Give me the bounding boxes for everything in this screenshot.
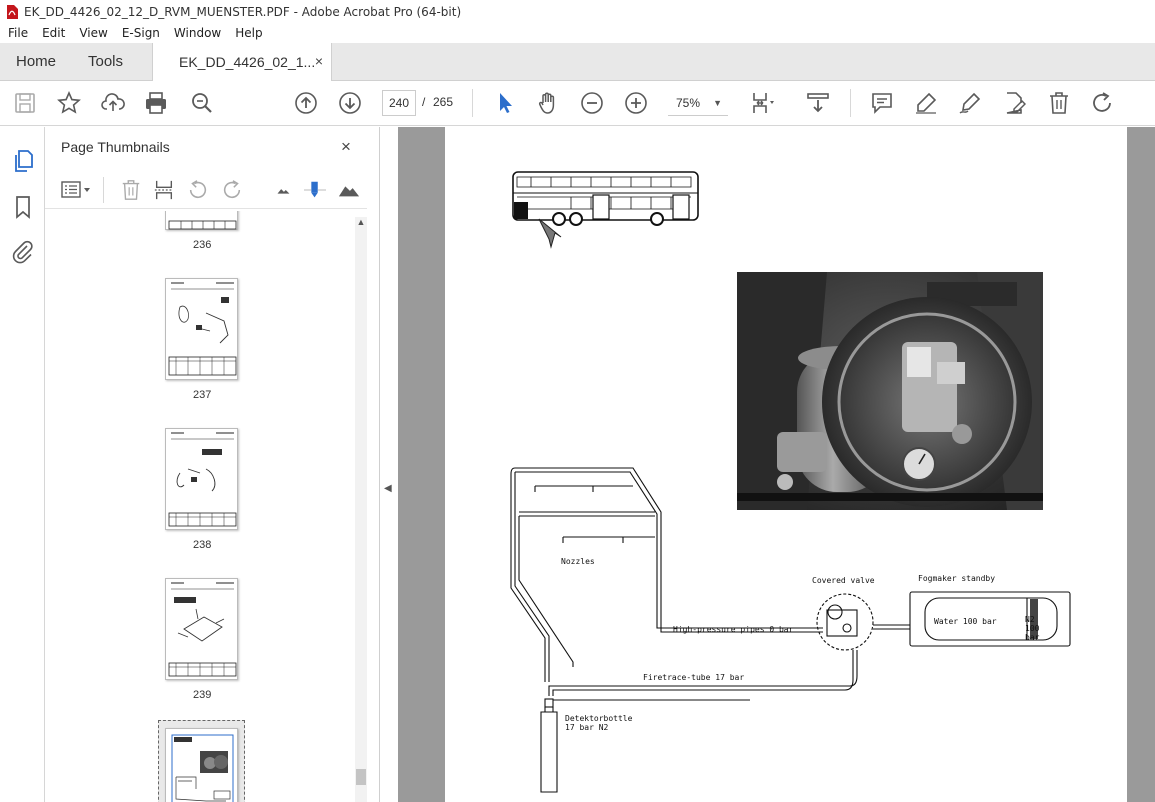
delete-page-icon[interactable] bbox=[120, 179, 142, 201]
page-thumbnails-icon[interactable] bbox=[11, 149, 35, 173]
navigation-rail bbox=[0, 127, 45, 802]
page-fit-icon[interactable] bbox=[750, 91, 774, 115]
thumbnail-list: 236 237 238 239 bbox=[45, 211, 367, 802]
tab-document-label: EK_DD_4426_02_1... bbox=[179, 54, 316, 70]
fogmaker-schematic: Nozzles Covered valve Fogmaker standby H… bbox=[510, 467, 1071, 793]
bookmark-star-icon[interactable] bbox=[57, 91, 81, 115]
label-high-pressure-pipes: High-pressure pipes 0 bar bbox=[673, 625, 794, 634]
edit-pdf-icon[interactable] bbox=[1002, 91, 1027, 115]
label-firetrace-tube: Firetrace-tube 17 bar bbox=[643, 673, 744, 682]
thumbnail-page-236[interactable] bbox=[165, 211, 238, 230]
tab-close-button[interactable]: × bbox=[315, 53, 323, 69]
cloud-upload-icon[interactable] bbox=[101, 91, 125, 115]
thumbnail-label-237: 237 bbox=[193, 389, 212, 401]
scroll-up-icon[interactable]: ▲ bbox=[355, 217, 367, 231]
main-toolbar: 240 / 265 75% ▼ bbox=[0, 81, 1155, 126]
options-menu-icon[interactable] bbox=[61, 179, 91, 201]
window-title: EK_DD_4426_02_12_D_RVM_MUENSTER.PDF - Ad… bbox=[24, 4, 462, 19]
bookmarks-icon[interactable] bbox=[11, 195, 35, 219]
page-separator: / bbox=[422, 95, 426, 109]
label-n2-unit: bar bbox=[1025, 633, 1040, 642]
total-pages: 265 bbox=[433, 95, 454, 109]
rotate-right-icon[interactable] bbox=[221, 179, 243, 201]
bus-illustration bbox=[512, 171, 699, 249]
scrollbar-thumb[interactable] bbox=[356, 769, 366, 785]
page-number-input[interactable]: 240 bbox=[382, 90, 416, 116]
document-viewport[interactable]: Nozzles Covered valve Fogmaker standby H… bbox=[398, 127, 1155, 802]
label-covered-valve: Covered valve bbox=[812, 576, 875, 585]
attachments-icon[interactable] bbox=[11, 240, 35, 264]
label-n2: N2 bbox=[1025, 615, 1035, 624]
print-icon[interactable] bbox=[144, 91, 168, 115]
panel-close-button[interactable]: × bbox=[341, 137, 351, 157]
rotate-icon[interactable] bbox=[1090, 91, 1114, 115]
insert-page-icon[interactable] bbox=[153, 179, 175, 201]
acrobat-window: EK_DD_4426_02_12_D_RVM_MUENSTER.PDF - Ad… bbox=[0, 0, 1155, 802]
comment-icon[interactable] bbox=[870, 91, 894, 115]
page-thumbnails-panel: Page Thumbnails × 236 237 238 239 ▲ bbox=[45, 127, 380, 802]
toolbar-divider bbox=[472, 89, 473, 117]
label-detektorbottle: Detektorbottle bbox=[565, 714, 633, 723]
panel-splitter[interactable]: ◀ bbox=[380, 127, 398, 802]
chevron-down-icon: ▼ bbox=[713, 98, 722, 108]
thumbnail-label-236: 236 bbox=[193, 239, 212, 251]
thumbnail-label-239: 239 bbox=[193, 689, 212, 701]
label-fogmaker-standby: Fogmaker standby bbox=[918, 574, 995, 583]
panel-title: Page Thumbnails bbox=[61, 139, 170, 155]
pdf-page: Nozzles Covered valve Fogmaker standby H… bbox=[445, 127, 1127, 802]
thumbnail-size-slider[interactable] bbox=[304, 179, 326, 201]
thumbnail-page-238[interactable] bbox=[165, 428, 238, 530]
previous-page-icon[interactable] bbox=[294, 91, 318, 115]
thumbnail-smaller-icon[interactable] bbox=[272, 179, 294, 201]
scroll-mode-icon[interactable] bbox=[806, 91, 830, 115]
hand-tool-icon[interactable] bbox=[536, 91, 560, 115]
thumbnail-page-239[interactable] bbox=[165, 578, 238, 680]
select-cursor-icon[interactable] bbox=[493, 91, 517, 115]
delete-trash-icon[interactable] bbox=[1047, 91, 1071, 115]
next-page-icon[interactable] bbox=[338, 91, 362, 115]
tab-tools[interactable]: Tools bbox=[88, 53, 123, 70]
thumbnail-page-240[interactable] bbox=[165, 728, 238, 802]
toolbar-divider bbox=[850, 89, 851, 117]
zoom-search-icon[interactable] bbox=[190, 91, 214, 115]
label-water: Water 100 bar bbox=[934, 617, 997, 626]
tab-home[interactable]: Home bbox=[16, 53, 56, 70]
menu-bar: File Edit View E-Sign Window Help bbox=[0, 23, 1155, 43]
thumbnail-toolbar bbox=[45, 171, 367, 209]
thumbnail-larger-icon[interactable] bbox=[337, 179, 360, 201]
panel-divider bbox=[103, 177, 104, 203]
zoom-dropdown[interactable]: 75% ▼ bbox=[668, 90, 728, 116]
menu-window[interactable]: Window bbox=[174, 26, 221, 40]
collapse-panel-icon[interactable]: ◀ bbox=[384, 483, 392, 494]
sign-pen-icon[interactable] bbox=[958, 91, 982, 115]
thumbnail-page-237[interactable] bbox=[165, 278, 238, 380]
label-nozzles: Nozzles bbox=[561, 557, 595, 566]
zoom-in-icon[interactable] bbox=[624, 91, 648, 115]
rotate-left-icon[interactable] bbox=[187, 179, 209, 201]
thumbnail-scrollbar[interactable]: ▲ bbox=[355, 217, 367, 802]
zoom-out-icon[interactable] bbox=[580, 91, 604, 115]
menu-file[interactable]: File bbox=[8, 26, 28, 40]
menu-view[interactable]: View bbox=[79, 26, 107, 40]
title-bar: EK_DD_4426_02_12_D_RVM_MUENSTER.PDF - Ad… bbox=[0, 0, 1155, 23]
menu-edit[interactable]: Edit bbox=[42, 26, 65, 40]
menu-esign[interactable]: E-Sign bbox=[122, 26, 160, 40]
label-detektorbottle-pressure: 17 bar N2 bbox=[565, 723, 609, 732]
tab-bar: Home Tools EK_DD_4426_02_1... × bbox=[0, 43, 1155, 81]
zoom-value: 75% bbox=[676, 96, 701, 110]
pdf-file-icon bbox=[7, 4, 18, 19]
label-n2-pressure: 100 bbox=[1025, 624, 1040, 633]
tab-document[interactable]: EK_DD_4426_02_1... × bbox=[152, 43, 332, 81]
save-icon[interactable] bbox=[13, 91, 37, 115]
menu-help[interactable]: Help bbox=[235, 26, 262, 40]
thumbnail-label-238: 238 bbox=[193, 539, 212, 551]
highlighter-icon[interactable] bbox=[914, 91, 938, 115]
